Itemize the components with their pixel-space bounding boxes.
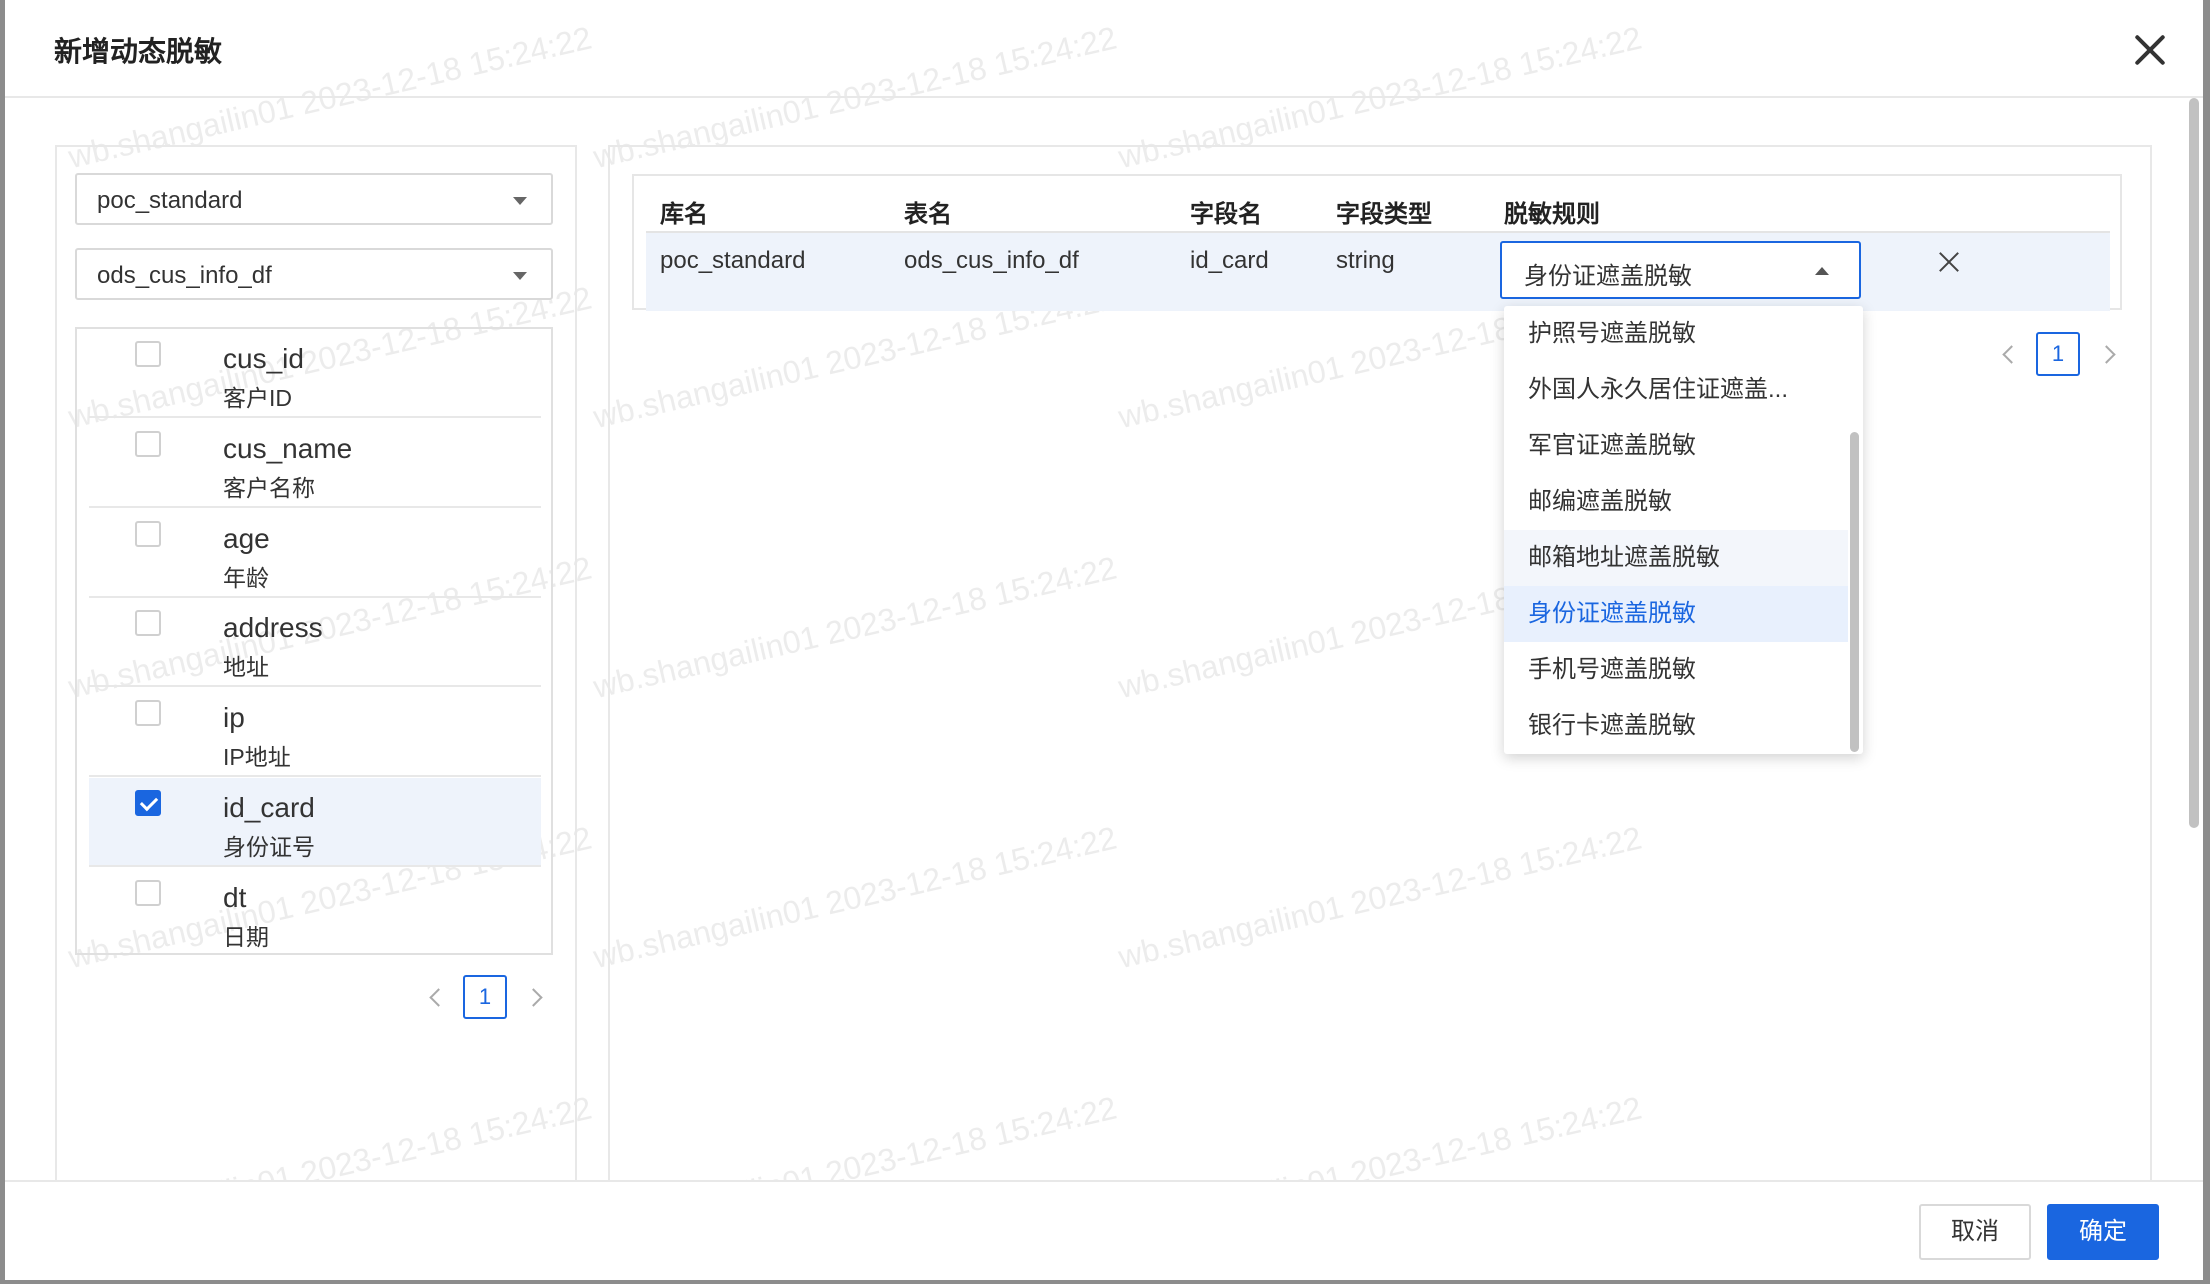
column-header-type: 字段类型	[1336, 201, 1432, 228]
table-select[interactable]: ods_cus_info_df	[75, 248, 553, 300]
dropdown-option-selected[interactable]: 身份证遮盖脱敏	[1504, 586, 1848, 642]
field-checkbox[interactable]	[135, 610, 161, 636]
masking-table: 库名 表名 字段名 字段类型 脱敏规则 poc_standard ods_cus…	[632, 174, 2122, 311]
field-checkbox-checked[interactable]	[135, 790, 161, 816]
cell-field: id_card	[1190, 247, 1269, 274]
column-header-table: 表名	[904, 201, 952, 228]
modal-dialog: wb.shangailin01 2023-12-18 15:24:22 wb.s…	[5, 0, 2203, 1280]
field-desc: 年龄	[223, 565, 269, 591]
field-desc: IP地址	[223, 744, 291, 770]
dropdown-option[interactable]: 军官证遮盖脱敏	[1504, 418, 1848, 474]
field-checkbox[interactable]	[135, 431, 161, 457]
chevron-down-icon	[513, 272, 527, 280]
dropdown-option[interactable]: 外国人永久居住证遮盖...	[1504, 362, 1848, 418]
field-name: cus_name	[223, 433, 353, 464]
dropdown-option[interactable]: 银行卡遮盖脱敏	[1504, 698, 1848, 754]
dropdown-option[interactable]: 邮编遮盖脱敏	[1504, 474, 1848, 530]
field-name: age	[223, 523, 270, 554]
column-header-db: 库名	[660, 201, 708, 228]
field-name: dt	[223, 882, 247, 913]
remove-row-icon[interactable]	[1934, 247, 1964, 277]
table-select-value: ods_cus_info_df	[97, 262, 272, 289]
field-desc: 客户ID	[223, 385, 292, 411]
list-item[interactable]: id_card 身份证号	[89, 778, 541, 867]
modal-scrollbar[interactable]	[2189, 98, 2199, 828]
list-item[interactable]: address 地址	[89, 598, 541, 687]
cell-db: poc_standard	[660, 247, 806, 274]
field-checkbox[interactable]	[135, 700, 161, 726]
list-item[interactable]: ip IP地址	[89, 688, 541, 777]
chevron-left-icon[interactable]	[425, 987, 445, 1007]
table-row: poc_standard ods_cus_info_df id_card str…	[646, 231, 2110, 311]
field-name: cus_id	[223, 343, 304, 374]
list-item[interactable]: cus_id 客户ID	[89, 329, 541, 418]
field-checkbox[interactable]	[135, 880, 161, 906]
column-header-rule: 脱敏规则	[1504, 201, 1600, 228]
masking-rule-select[interactable]: 身份证遮盖脱敏	[1500, 241, 1861, 299]
field-selector-panel: poc_standard ods_cus_info_df cus_id 客户ID…	[55, 145, 577, 1187]
list-item[interactable]: dt 日期	[89, 868, 541, 957]
chevron-right-icon[interactable]	[2098, 344, 2118, 364]
cell-type: string	[1336, 247, 1395, 274]
cell-table: ods_cus_info_df	[904, 247, 1079, 274]
cancel-button[interactable]: 取消	[1919, 1204, 2031, 1260]
database-select-value: poc_standard	[97, 187, 243, 214]
database-select[interactable]: poc_standard	[75, 173, 553, 225]
field-desc: 地址	[223, 654, 269, 680]
modal-header: 新增动态脱敏	[5, 0, 2203, 98]
modal-title: 新增动态脱敏	[54, 36, 223, 67]
column-header-field: 字段名	[1190, 201, 1262, 228]
field-name: address	[223, 612, 323, 643]
dropdown-scrollbar[interactable]	[1850, 432, 1859, 752]
left-pagination: 1	[425, 975, 545, 1019]
modal-footer: 取消 确定	[5, 1180, 2203, 1280]
selected-fields-panel: 库名 表名 字段名 字段类型 脱敏规则 poc_standard ods_cus…	[608, 145, 2152, 1187]
field-name: ip	[223, 702, 245, 733]
close-icon[interactable]	[2129, 30, 2169, 70]
chevron-right-icon[interactable]	[525, 987, 545, 1007]
dropdown-option[interactable]: 手机号遮盖脱敏	[1504, 642, 1848, 698]
field-list: cus_id 客户ID cus_name 客户名称 age 年龄 address…	[75, 327, 553, 955]
chevron-down-icon	[513, 197, 527, 205]
field-desc: 身份证号	[223, 834, 315, 860]
masking-rule-dropdown: 护照号遮盖脱敏 外国人永久居住证遮盖... 军官证遮盖脱敏 邮编遮盖脱敏 邮箱地…	[1504, 306, 1863, 754]
dropdown-option[interactable]: 邮箱地址遮盖脱敏	[1504, 530, 1848, 586]
list-item[interactable]: age 年龄	[89, 509, 541, 598]
field-name: id_card	[223, 792, 315, 823]
page-number[interactable]: 1	[463, 975, 507, 1019]
field-checkbox[interactable]	[135, 341, 161, 367]
chevron-left-icon[interactable]	[1998, 344, 2018, 364]
masking-rule-value: 身份证遮盖脱敏	[1524, 263, 1692, 290]
list-item[interactable]: cus_name 客户名称	[89, 419, 541, 508]
right-pagination: 1	[1998, 332, 2118, 376]
dropdown-option[interactable]: 护照号遮盖脱敏	[1504, 306, 1848, 362]
confirm-button[interactable]: 确定	[2047, 1204, 2159, 1260]
page-number[interactable]: 1	[2036, 332, 2080, 376]
field-desc: 客户名称	[223, 475, 315, 501]
field-desc: 日期	[223, 924, 269, 950]
field-checkbox[interactable]	[135, 521, 161, 547]
chevron-up-icon	[1815, 267, 1829, 275]
